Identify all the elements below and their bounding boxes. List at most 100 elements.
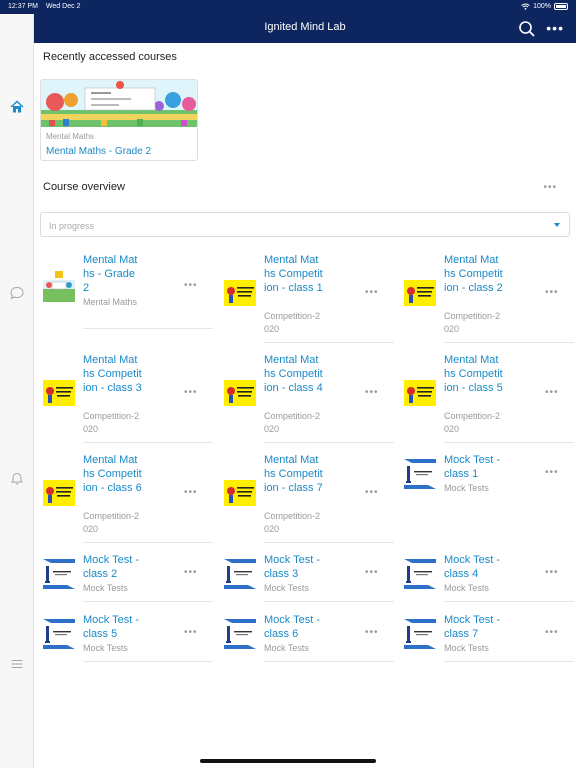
course-name-link[interactable]: Mental Maths - Grade 2	[46, 146, 151, 157]
course-category: Mock Tests	[444, 583, 489, 593]
course-category: Mental Maths	[83, 297, 138, 307]
course-name-link[interactable]: Mock Test - class 5	[83, 613, 143, 641]
course-name-link[interactable]: Mock Test - class 3	[264, 553, 324, 581]
filter-value: In progress	[49, 221, 95, 231]
course-more-button[interactable]: •••	[365, 387, 379, 398]
course-more-button[interactable]: •••	[545, 467, 559, 478]
course-name-link[interactable]: Mental Maths Competition - class 1	[264, 253, 324, 295]
course-image	[43, 557, 75, 589]
course-name-link[interactable]: Mental Maths Competition - class 4	[264, 353, 324, 395]
divider	[264, 442, 394, 443]
divider	[444, 661, 574, 662]
course-image	[404, 277, 436, 309]
course-name-link[interactable]: Mental Maths - Grade 2	[83, 253, 143, 295]
overview-more-button[interactable]: •••	[543, 182, 557, 193]
course-more-button[interactable]: •••	[184, 627, 198, 638]
course-image	[224, 377, 256, 409]
divider	[83, 542, 213, 543]
course-category: Mock Tests	[83, 643, 128, 653]
course-name-link[interactable]: Mental Maths Competition - class 5	[444, 353, 504, 395]
status-bar: 12:37 PM Wed Dec 2 100%	[0, 0, 576, 14]
chat-bubble-icon[interactable]	[9, 285, 25, 301]
course-category: Mock Tests	[83, 583, 128, 593]
course-more-button[interactable]: •••	[545, 627, 559, 638]
divider	[264, 661, 394, 662]
more-horizontal-icon: •••	[546, 20, 564, 36]
course-overview-heading: Course overview	[43, 181, 125, 193]
course-category: Competition-2020	[83, 411, 140, 434]
course-image	[224, 477, 256, 509]
course-name-link[interactable]: Mental Maths Competition - class 3	[83, 353, 143, 395]
course-category: Competition-2020	[444, 311, 501, 334]
course-image	[404, 377, 436, 409]
progress-filter-select[interactable]: In progress	[40, 212, 570, 237]
course-more-button[interactable]: •••	[184, 387, 198, 398]
divider	[444, 601, 574, 602]
status-time: 12:37 PM	[8, 3, 38, 10]
divider	[444, 342, 574, 343]
course-category: Competition-2020	[83, 511, 140, 534]
course-name-link[interactable]: Mental Maths Competition - class 7	[264, 453, 324, 495]
app-title: Ignited Mind Lab	[264, 21, 346, 33]
course-more-button[interactable]: •••	[365, 567, 379, 578]
divider	[83, 601, 213, 602]
course-category: Competition-2020	[264, 511, 321, 534]
divider	[83, 328, 213, 329]
course-name-link[interactable]: Mock Test - class 7	[444, 613, 504, 641]
course-name-link[interactable]: Mock Test - class 1	[444, 453, 504, 481]
battery-percent: 100%	[533, 3, 551, 10]
course-name-link[interactable]: Mental Maths Competition - class 6	[83, 453, 143, 495]
divider	[444, 442, 574, 443]
course-more-button[interactable]: •••	[365, 487, 379, 498]
course-more-button[interactable]: •••	[545, 567, 559, 578]
divider	[264, 601, 394, 602]
status-date: Wed Dec 2	[45, 3, 81, 10]
course-image	[43, 477, 75, 509]
recent-course-card[interactable]: Mental Maths Mental Maths - Grade 2	[40, 79, 198, 161]
course-image	[404, 557, 436, 589]
recent-courses-heading: Recently accessed courses	[43, 51, 177, 63]
hamburger-menu-icon[interactable]	[9, 656, 25, 672]
divider	[83, 442, 213, 443]
divider	[264, 542, 394, 543]
sidebar	[0, 14, 34, 768]
course-name-link[interactable]: Mock Test - class 6	[264, 613, 324, 641]
course-category: Competition-2020	[264, 311, 321, 334]
course-more-button[interactable]: •••	[184, 567, 198, 578]
course-image	[43, 270, 75, 302]
course-name-link[interactable]: Mock Test - class 4	[444, 553, 504, 581]
course-category: Mock Tests	[264, 643, 309, 653]
course-category: Competition-2020	[264, 411, 321, 434]
course-name-link[interactable]: Mock Test - class 2	[83, 553, 143, 581]
course-more-button[interactable]: •••	[545, 287, 559, 298]
course-category: Mock Tests	[444, 643, 489, 653]
course-image	[224, 277, 256, 309]
battery-icon	[554, 3, 568, 10]
course-more-button[interactable]: •••	[184, 487, 198, 498]
wifi-icon	[521, 3, 530, 10]
course-more-button[interactable]: •••	[184, 280, 198, 291]
divider	[444, 542, 574, 543]
course-image	[43, 377, 75, 409]
search-icon[interactable]	[518, 20, 536, 38]
course-more-button[interactable]: •••	[545, 387, 559, 398]
course-more-button[interactable]: •••	[365, 627, 379, 638]
course-thumbnail	[41, 80, 197, 127]
course-more-button[interactable]: •••	[365, 287, 379, 298]
divider	[83, 661, 213, 662]
course-category: Competition-2020	[444, 411, 501, 434]
home-icon[interactable]	[9, 99, 25, 115]
course-name-link[interactable]: Mental Maths Competition - class 2	[444, 253, 504, 295]
app-header: Ignited Mind Lab •••	[34, 14, 576, 43]
course-image	[404, 457, 436, 489]
chevron-down-icon	[554, 223, 560, 227]
more-options-button[interactable]: •••	[546, 21, 564, 35]
course-category: Mock Tests	[444, 483, 489, 493]
course-image	[224, 617, 256, 649]
course-image	[404, 617, 436, 649]
course-category: Mock Tests	[264, 583, 309, 593]
divider	[264, 342, 394, 343]
bell-icon[interactable]	[9, 470, 25, 486]
course-image	[43, 617, 75, 649]
course-image	[224, 557, 256, 589]
